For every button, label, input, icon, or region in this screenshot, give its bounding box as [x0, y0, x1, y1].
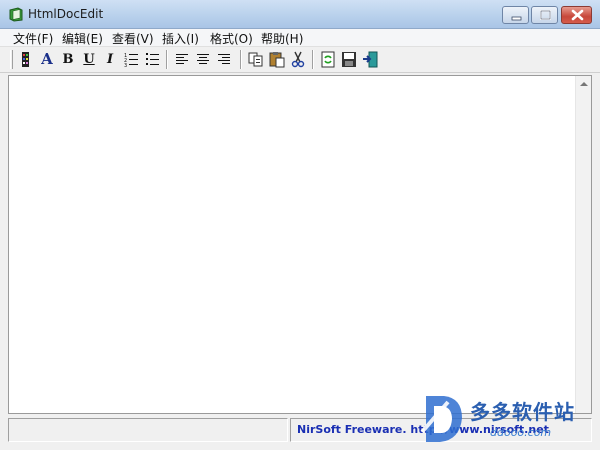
align-center-button[interactable] [194, 50, 212, 69]
menu-edit[interactable]: 编辑(E) [62, 30, 103, 47]
underline-button[interactable]: U [80, 50, 98, 69]
watermark-title: 多多软件站 [470, 400, 575, 424]
paste-icon [269, 52, 285, 68]
toolbar-grip[interactable] [10, 50, 13, 69]
document-editor[interactable] [8, 75, 592, 414]
menu-file[interactable]: 文件(F) [13, 30, 53, 47]
book-icon [8, 7, 24, 22]
italic-button[interactable]: I [101, 50, 119, 69]
toolbar-separator [166, 50, 168, 69]
toolbar-separator [240, 50, 242, 69]
menu-format[interactable]: 格式(O) [210, 30, 253, 47]
scroll-up-icon[interactable] [580, 81, 588, 87]
window-title: HtmlDocEdit [28, 7, 104, 21]
toolbar-separator [312, 50, 314, 69]
menu-insert[interactable]: 插入(I) [162, 30, 199, 47]
close-button[interactable] [561, 6, 592, 24]
maximize-icon [540, 10, 551, 20]
minimize-icon [511, 16, 522, 21]
exit-icon [363, 51, 378, 68]
bold-button[interactable]: B [59, 50, 77, 69]
maximize-button[interactable] [531, 6, 558, 24]
bullet-list-button[interactable] [143, 50, 161, 69]
save-icon [342, 52, 356, 67]
underline-icon: U [83, 52, 95, 67]
bold-icon: B [62, 52, 74, 67]
bullet-list-icon [146, 53, 159, 65]
paste-button[interactable] [268, 50, 286, 69]
status-pane-left [8, 418, 288, 442]
align-center-icon [197, 54, 209, 64]
menu-bar: 文件(F) 编辑(E) 查看(V) 插入(I) 格式(O) 帮助(H) [0, 29, 600, 47]
font-color-icon [22, 52, 29, 67]
svg-text:3: 3 [124, 63, 127, 69]
align-left-icon [176, 54, 188, 64]
align-right-icon [218, 54, 230, 64]
watermark: 多多软件站 ddooo.com [418, 388, 598, 448]
title-bar[interactable]: HtmlDocEdit [0, 0, 600, 29]
copy-button[interactable] [247, 50, 265, 69]
copy-icon [248, 52, 263, 67]
minimize-button[interactable] [502, 6, 529, 24]
font-icon: A [41, 50, 53, 68]
italic-icon: I [106, 52, 114, 67]
font-color-button[interactable] [17, 50, 35, 69]
numbered-list-button[interactable]: 1 2 3 [122, 50, 140, 69]
exit-button[interactable] [361, 50, 379, 69]
vertical-scrollbar[interactable] [575, 76, 591, 413]
align-right-button[interactable] [215, 50, 233, 69]
toolbar: A B U I 1 2 3 [0, 47, 600, 73]
refresh-button[interactable] [319, 50, 337, 69]
cut-button[interactable] [289, 50, 307, 69]
watermark-url: ddooo.com [490, 426, 552, 439]
save-button[interactable] [340, 50, 358, 69]
close-icon [571, 9, 584, 21]
menu-view[interactable]: 查看(V) [112, 30, 154, 47]
numbered-list-icon: 1 2 3 [124, 53, 138, 69]
align-left-button[interactable] [173, 50, 191, 69]
cut-icon [291, 51, 305, 68]
watermark-logo-icon [420, 396, 462, 442]
font-button[interactable]: A [38, 50, 56, 69]
refresh-icon [321, 51, 335, 68]
menu-help[interactable]: 帮助(H) [261, 30, 303, 47]
